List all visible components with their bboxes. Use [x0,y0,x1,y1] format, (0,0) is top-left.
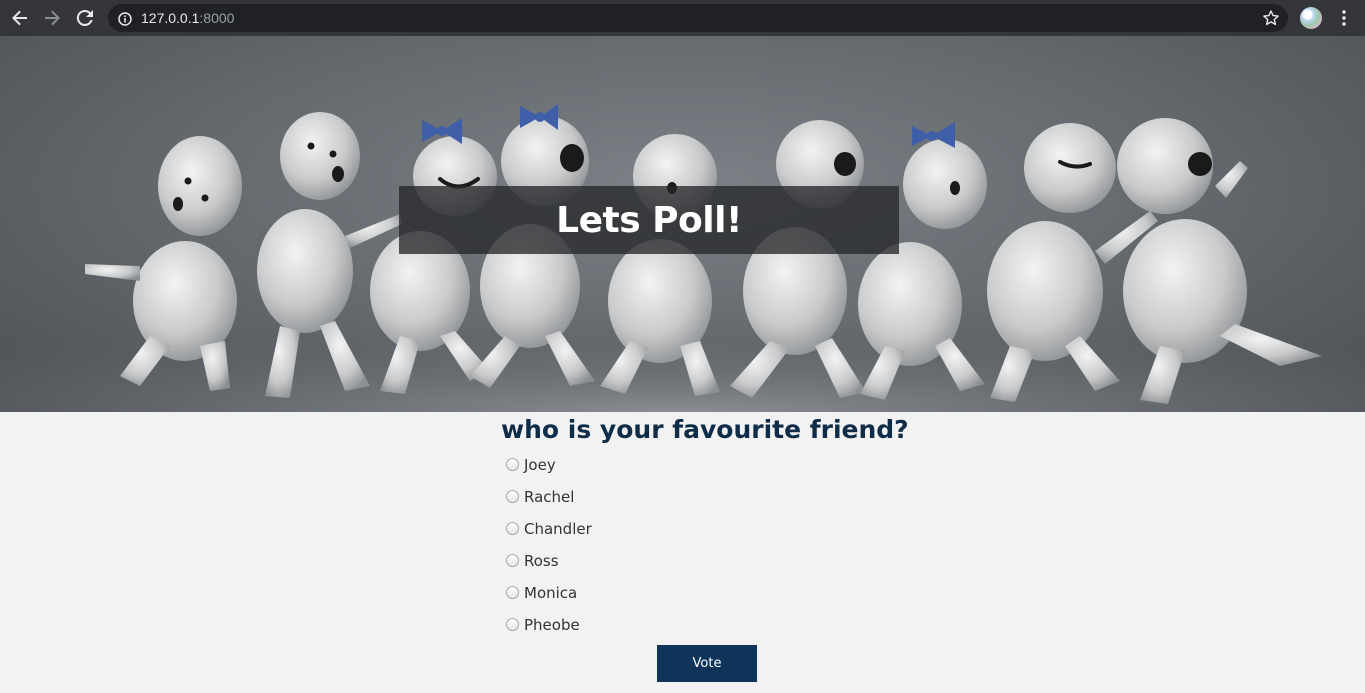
option-label: Monica [524,584,578,602]
option-label: Chandler [524,520,592,538]
hero-banner: Lets Poll! [0,36,1365,412]
option-label: Rachel [524,488,575,506]
reload-icon[interactable] [73,6,97,30]
url-host: 127.0.0.1 [141,10,200,26]
option-joey[interactable]: Joey [506,455,556,475]
hero-title-box: Lets Poll! [399,186,899,254]
radio-rachel[interactable] [506,489,519,503]
forward-icon[interactable] [40,6,64,30]
option-monica[interactable]: Monica [506,583,577,603]
url-port: :8000 [199,10,235,26]
vote-button[interactable]: Vote [657,645,757,682]
poll-question: who is your favourite friend? [501,415,909,444]
radio-ross[interactable] [506,553,519,567]
bookmark-star-icon[interactable] [1262,9,1280,31]
info-icon[interactable] [118,11,132,30]
menu-dots-icon[interactable] [1334,6,1354,30]
browser-toolbar: 127.0.0.1:8000 [0,0,1365,36]
radio-chandler[interactable] [506,521,519,535]
back-icon[interactable] [8,6,32,30]
option-pheobe[interactable]: Pheobe [506,615,580,635]
radio-joey[interactable] [506,457,519,471]
option-label: Joey [524,456,556,474]
url-text[interactable]: 127.0.0.1:8000 [141,10,234,26]
page-title: Lets Poll! [556,199,742,241]
option-label: Pheobe [524,616,580,634]
option-chandler[interactable]: Chandler [506,519,592,539]
profile-avatar[interactable] [1300,7,1322,29]
radio-pheobe[interactable] [506,617,519,631]
option-label: Ross [524,552,559,570]
address-bar[interactable]: 127.0.0.1:8000 [108,4,1288,32]
option-ross[interactable]: Ross [506,551,559,571]
radio-monica[interactable] [506,585,519,599]
option-rachel[interactable]: Rachel [506,487,574,507]
